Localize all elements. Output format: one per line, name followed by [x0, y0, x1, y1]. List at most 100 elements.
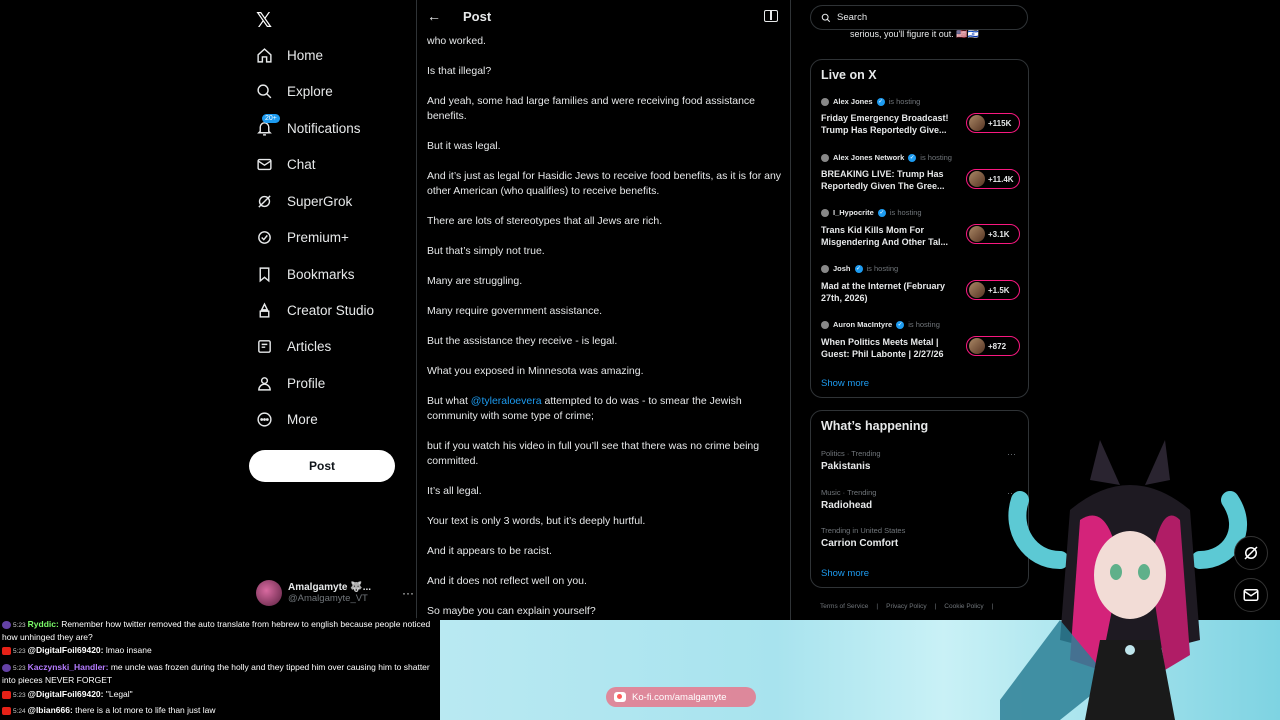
live-listener-pill[interactable]: +11.4K [966, 169, 1020, 189]
live-on-x-card: Live on X Alex Jones ✓ is hosting Friday… [810, 59, 1029, 398]
grok-floating-button[interactable] [1234, 536, 1268, 570]
chat-username: @DigitalFoil69420: [27, 645, 104, 655]
host-name: Alex Jones Network [833, 153, 905, 162]
live-listener-pill[interactable]: +115K [966, 113, 1020, 133]
chat-message: 5:23 @DigitalFoil69420: lmao insane [2, 645, 438, 658]
host-avatar [821, 264, 829, 273]
live-count: +115K [988, 118, 1012, 128]
nav-item-premium[interactable]: Premium+ [256, 223, 349, 251]
nav-item-chat[interactable]: Chat [256, 150, 316, 178]
back-arrow-icon[interactable]: ← [427, 8, 443, 24]
truncated-post-text: serious, you'll figure it out. 🇺🇸🇮🇱 [850, 29, 979, 39]
live-avatar [969, 115, 985, 131]
nav-label-supergrok: SuperGrok [287, 193, 353, 209]
live-title[interactable]: Friday Emergency Broadcast! Trump Has Re… [821, 112, 961, 136]
nav-item-articles[interactable]: Articles [256, 332, 331, 360]
happening-show-more-link[interactable]: Show more [821, 568, 869, 579]
account-switcher[interactable]: Amalgamyte 🐺... @Amalgamyte_VT ··· [256, 576, 414, 610]
chat-username: @DigitalFoil69420: [27, 689, 104, 699]
nav-label-home: Home [287, 47, 324, 63]
host-name: Auron MacIntyre [833, 320, 893, 329]
nav-item-more[interactable]: More [256, 405, 318, 433]
post-header: ← Post [417, 0, 790, 34]
nav-item-explore[interactable]: Explore [256, 77, 333, 105]
post-paragraph: What you exposed in Minnesota was amazin… [427, 365, 644, 377]
live-avatar [969, 171, 985, 187]
post-button[interactable]: Post [249, 450, 395, 482]
host-name: Josh [833, 264, 851, 273]
youtube-icon [2, 646, 11, 655]
kofi-cup-icon [614, 692, 626, 702]
account-name: Amalgamyte 🐺... [288, 582, 372, 593]
footer-separator: | [991, 603, 994, 610]
avatar [256, 580, 282, 606]
nav-item-profile[interactable]: Profile [256, 369, 325, 397]
trend-name[interactable]: Pakistanis [821, 461, 870, 472]
home-icon [257, 47, 272, 63]
footer-links: Terms of Service | Privacy Policy | Cook… [820, 603, 993, 610]
footer-separator: | [876, 603, 879, 610]
live-title[interactable]: BREAKING LIVE: Trump Has Reportedly Give… [821, 168, 961, 192]
nav-item-creator-studio[interactable]: Creator Studio [256, 296, 374, 324]
nav-item-home[interactable]: Home [256, 41, 323, 69]
chat-time: 5:23 [13, 665, 26, 672]
hosting-label: is hosting [920, 153, 952, 162]
account-handle: @Amalgamyte_VT [288, 593, 368, 604]
messages-floating-button[interactable] [1234, 578, 1268, 612]
nav-item-supergrok[interactable]: SuperGrok [256, 187, 352, 215]
live-host-row[interactable]: I_Hypocrite ✓ is hosting [821, 208, 1021, 217]
footer-link-terms[interactable]: Terms of Service [820, 603, 868, 610]
twitch-icon [2, 663, 11, 672]
premium-icon [258, 230, 271, 244]
user-mention-link[interactable]: @tyleraloevera [471, 395, 542, 407]
chat-message: 5:23 Kaczynski_Handler: me uncle was froz… [2, 662, 438, 686]
nav-label-more: More [287, 411, 318, 427]
post-paragraph: And it appears to be racist. [427, 545, 552, 557]
page-title: Post [463, 9, 492, 24]
hosting-label: is hosting [866, 264, 899, 273]
verified-badge-icon: ✓ [877, 208, 886, 217]
whats-happening-card: What’s happening Politics · Trending Pak… [810, 410, 1029, 588]
host-name: Alex Jones [833, 97, 873, 106]
live-host-row[interactable]: Alex Jones Network ✓ is hosting [821, 153, 1021, 162]
trend-name[interactable]: Carrion Comfort [821, 538, 898, 549]
live-card-title: Live on X [821, 68, 877, 82]
verified-badge-icon: ✓ [908, 153, 917, 162]
post-paragraph: Is that illegal? [427, 65, 492, 77]
hosting-label: is hosting [888, 97, 921, 106]
hosting-label: is hosting [889, 208, 922, 217]
footer-link-cookies[interactable]: Cookie Policy [944, 603, 983, 610]
mail-icon [1243, 589, 1259, 601]
live-listener-pill[interactable]: +1.5K [966, 280, 1020, 300]
search-input[interactable]: Search [810, 5, 1028, 30]
nav-label-articles: Articles [287, 338, 332, 354]
live-host-row[interactable]: Josh ✓ is hosting [821, 264, 1021, 273]
x-logo-icon[interactable]: 𝕏 [256, 8, 276, 32]
live-title[interactable]: When Politics Meets Metal | Guest: Phil … [821, 336, 961, 360]
post-paragraph: who worked. [427, 35, 486, 47]
nav-label-explore: Explore [287, 83, 333, 99]
post-paragraph: But the assistance they receive - is leg… [427, 335, 618, 347]
live-listener-pill[interactable]: +3.1K [966, 224, 1020, 244]
chat-message: 5:23 @DigitalFoil69420: "Legal" [2, 689, 438, 702]
live-title[interactable]: Trans Kid Kills Mom For Misgendering And… [821, 224, 961, 248]
post-column: who worked. Is that illegal? And yeah, s… [416, 0, 791, 620]
articles-icon [258, 339, 271, 353]
live-title[interactable]: Mad at the Internet (February 27th, 2026… [821, 280, 961, 304]
stream-chat-overlay: 5:23 Ryddic: Remember how twitter removed… [0, 618, 440, 720]
nav-item-bookmarks[interactable]: Bookmarks [256, 260, 355, 288]
search-icon [257, 83, 272, 98]
live-show-more-link[interactable]: Show more [821, 378, 869, 389]
account-more-icon[interactable]: ··· [402, 586, 414, 600]
footer-link-privacy[interactable]: Privacy Policy [886, 603, 926, 610]
live-host-row[interactable]: Auron MacIntyre ✓ is hosting [821, 320, 1021, 329]
live-host-row[interactable]: Alex Jones ✓ is hosting [821, 97, 1021, 106]
live-listener-pill[interactable]: +872 [966, 336, 1020, 356]
trend-name[interactable]: Radiohead [821, 500, 872, 511]
live-count: +1.5K [988, 285, 1010, 295]
notification-badge: 20+ [262, 113, 280, 123]
creator-studio-icon [259, 302, 270, 318]
nav-item-notifications[interactable]: 20+ Notifications [256, 113, 361, 142]
post-paragraph: But that’s simply not true. [427, 245, 545, 257]
reader-mode-icon[interactable] [764, 10, 778, 22]
